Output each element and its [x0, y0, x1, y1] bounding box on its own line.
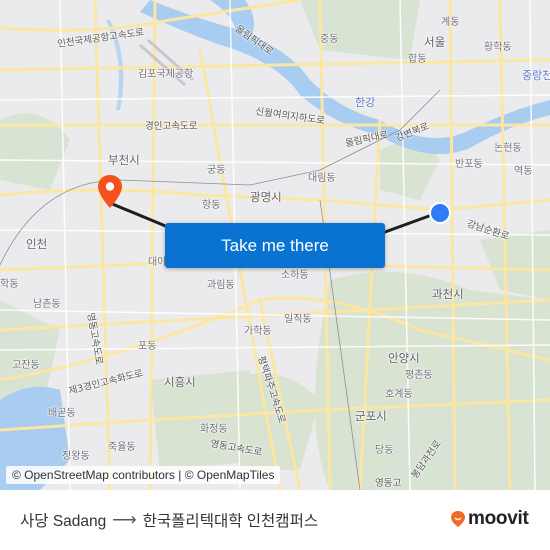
map[interactable]: 인천국제공항고속도로 김포국제공항 올림픽대로 중동 계동 서울 황학동 합동 …	[0, 0, 550, 490]
map-label: 정왕동	[62, 451, 90, 462]
map-attribution[interactable]: © OpenStreetMap contributors | © OpenMap…	[6, 466, 281, 484]
map-label: 중동	[320, 34, 339, 45]
map-label: 김포국제공항	[138, 69, 194, 80]
moovit-logo: moovit	[450, 508, 529, 530]
map-label: 서울	[424, 35, 446, 49]
map-label: 부천시	[108, 153, 140, 167]
map-label: 합동	[408, 54, 427, 65]
map-label: 역동	[514, 166, 533, 177]
map-label: 광명시	[250, 190, 282, 204]
map-label: 군포시	[355, 409, 387, 423]
map-label: 소하동	[281, 270, 309, 281]
map-label: 배곧동	[48, 408, 76, 419]
take-me-there-button[interactable]: Take me there	[165, 223, 385, 268]
map-label: 안양시	[388, 351, 420, 365]
map-label: 인천	[26, 237, 48, 251]
map-label: 영동고	[375, 478, 402, 489]
map-label: 과천시	[432, 287, 464, 301]
map-label: 평촌동	[405, 370, 433, 381]
map-label: 항동	[202, 200, 221, 211]
map-label: 논현동	[494, 143, 522, 154]
map-label: 호계동	[385, 389, 413, 400]
origin-name: 사당 Sadang	[20, 513, 107, 530]
destination-pin-icon[interactable]	[96, 174, 124, 210]
map-label: 중랑천	[522, 69, 550, 82]
arrow-right-icon: ⟶	[112, 510, 137, 529]
route-title: 사당 Sadang ⟶ 한국폴리텍대학 인천캠퍼스	[20, 509, 318, 531]
moovit-wordmark: moovit	[468, 508, 529, 529]
map-label: 일직동	[284, 314, 312, 325]
map-label: 죽율동	[108, 442, 136, 453]
map-label: 시흥시	[164, 375, 196, 389]
map-label: 궁동	[207, 165, 226, 176]
origin-dot-icon[interactable]	[428, 201, 452, 225]
map-label: 한강	[355, 96, 376, 109]
map-label: 과림동	[207, 280, 235, 291]
map-label: 대야	[148, 257, 167, 268]
map-label: 반포동	[455, 159, 483, 170]
destination-name: 한국폴리텍대학 인천캠퍼스	[142, 513, 319, 530]
map-label: 대림동	[308, 173, 336, 184]
map-label: 가학동	[244, 326, 272, 337]
map-label: 계동	[441, 17, 460, 28]
map-label: 포동	[138, 341, 157, 352]
map-label: 화정동	[200, 424, 228, 435]
map-label: 남촌동	[33, 299, 61, 310]
map-label: 경인고속도로	[145, 121, 198, 132]
map-label: 황학동	[484, 42, 512, 53]
map-label: 고잔동	[12, 360, 40, 371]
map-label: 당동	[375, 445, 394, 456]
map-label: 학동	[0, 279, 19, 290]
moovit-pin-icon	[451, 511, 465, 527]
